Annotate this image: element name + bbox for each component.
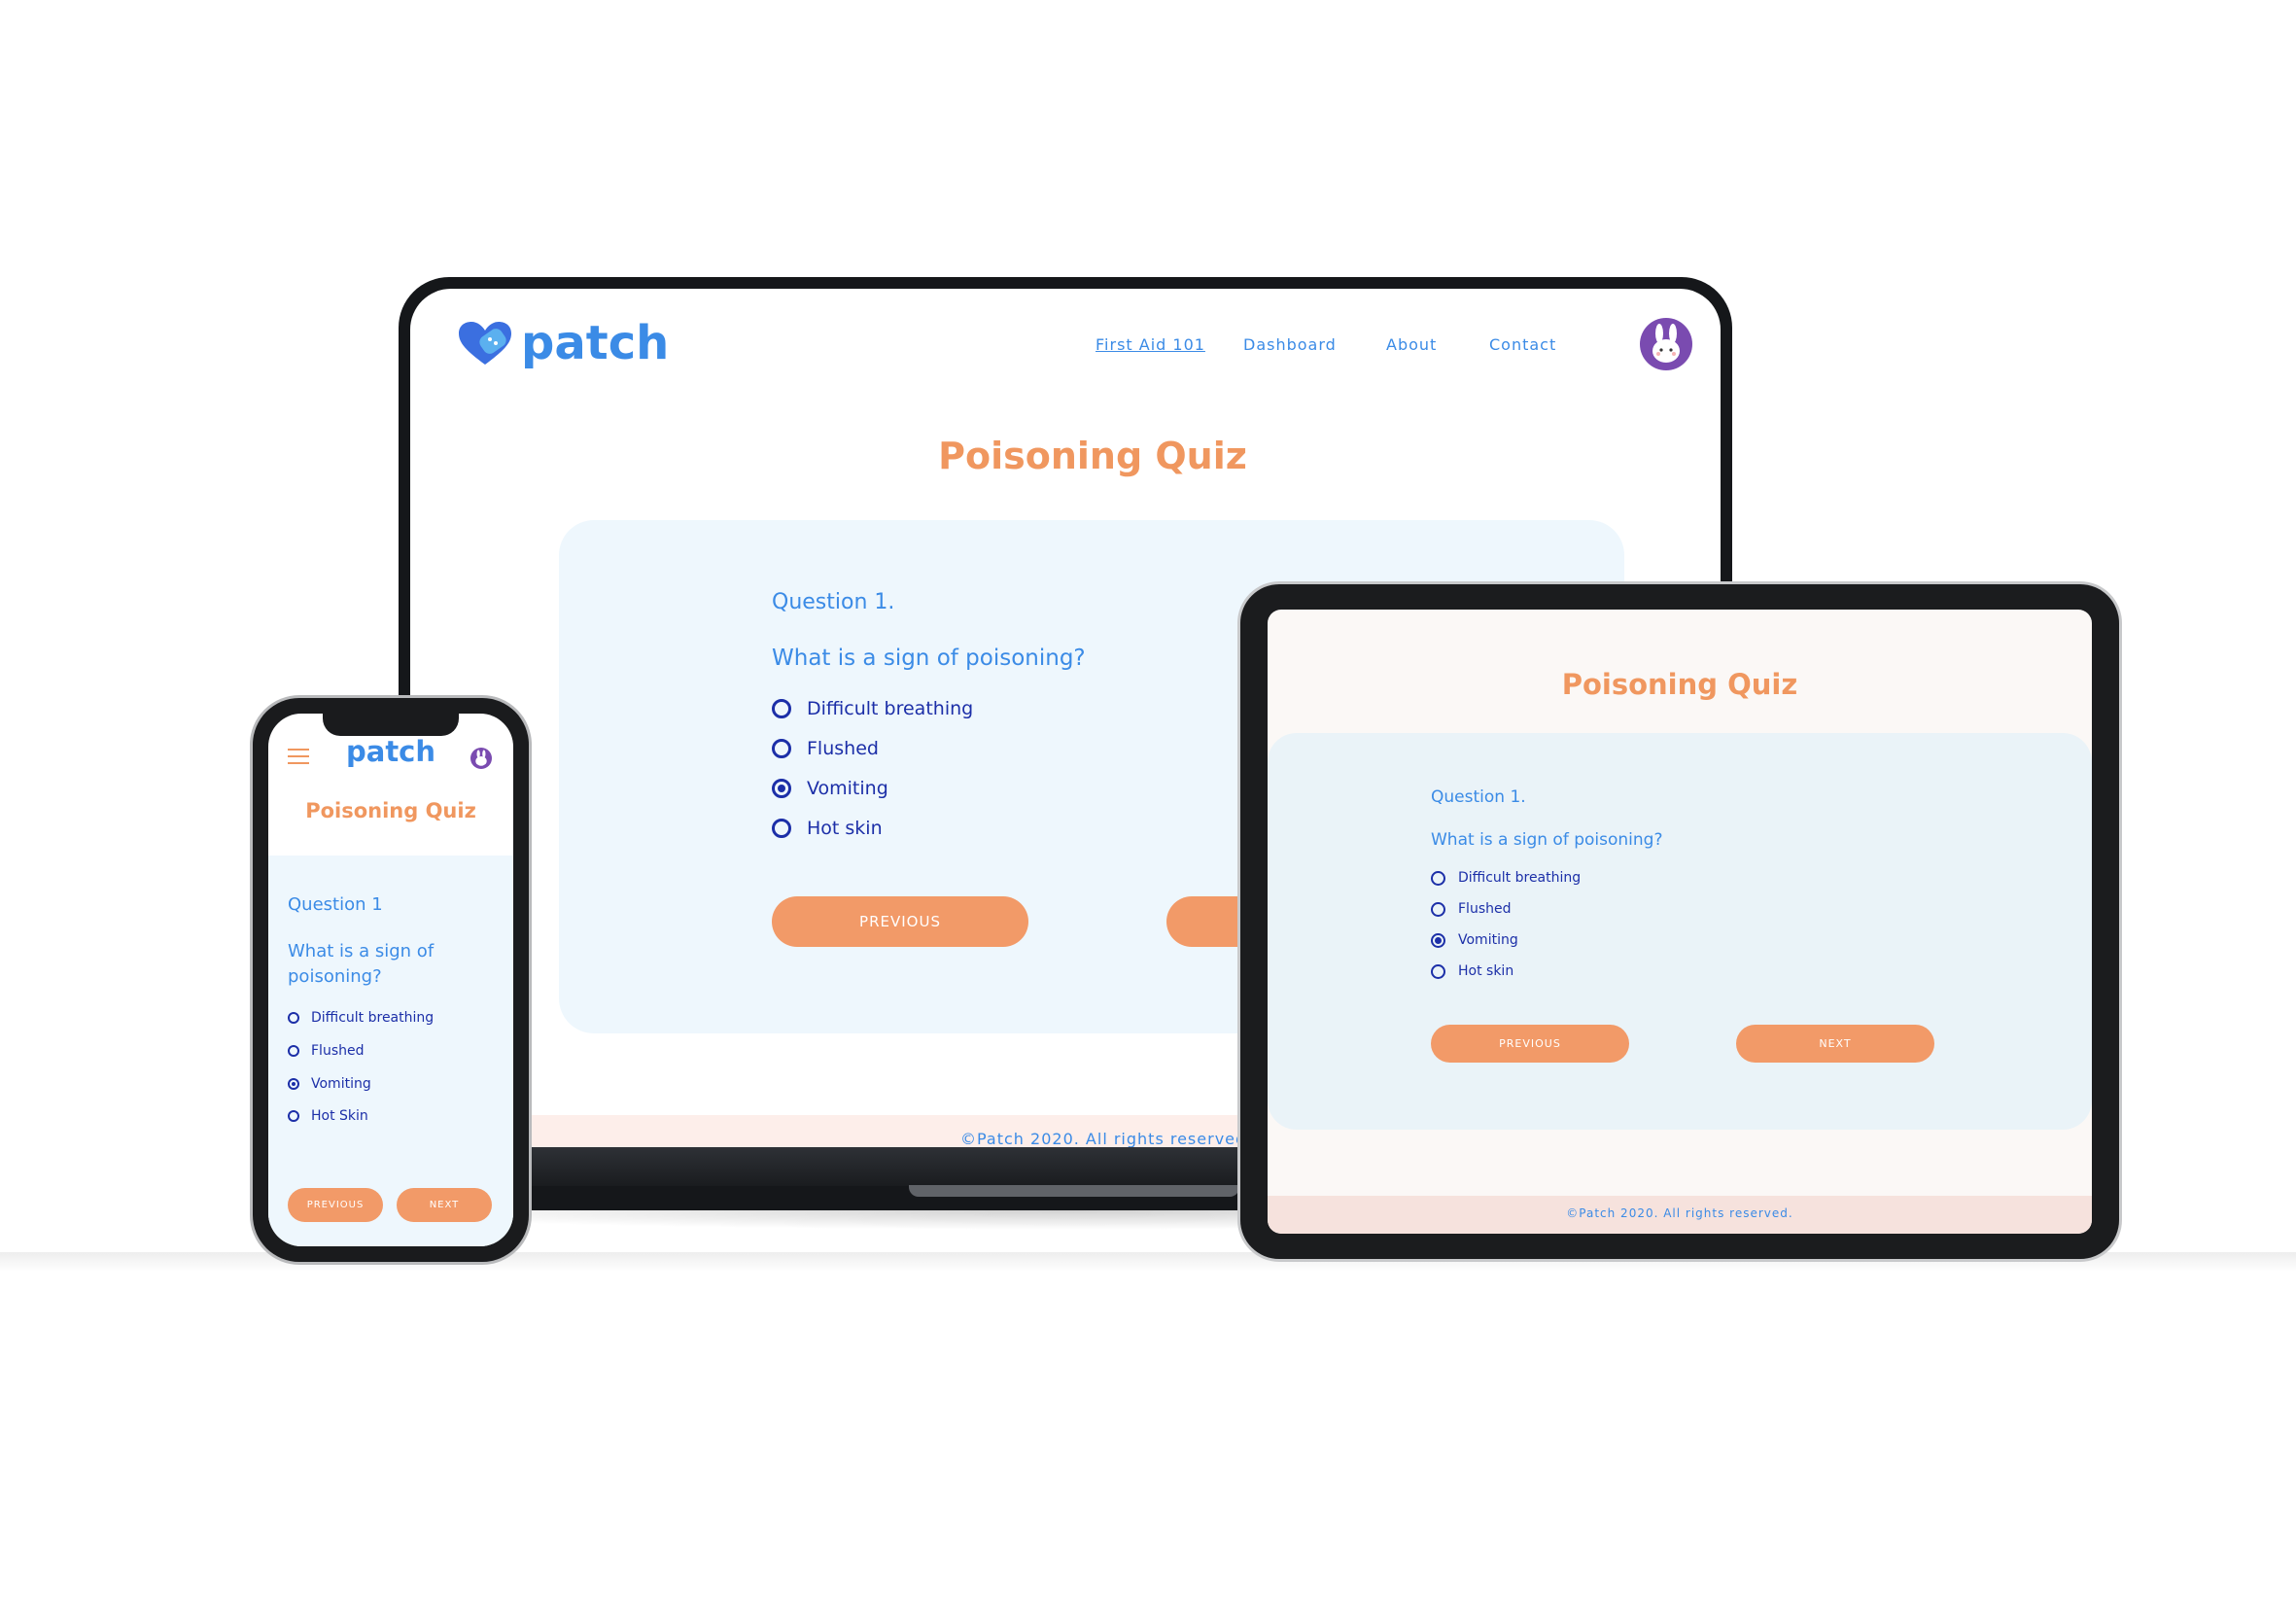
tablet-option-flushed[interactable]: Flushed	[1431, 901, 1511, 917]
phone-page-title: Poisoning Quiz	[305, 799, 476, 822]
tablet-option-vomiting[interactable]: Vomiting	[1431, 932, 1518, 948]
brand-name: patch	[521, 316, 670, 370]
phone-question-number: Question 1	[288, 894, 383, 915]
radio-button[interactable]	[288, 1012, 299, 1024]
phone-previous-button[interactable]: PREVIOUS	[288, 1188, 383, 1222]
tablet-previous-button[interactable]: PREVIOUS	[1431, 1025, 1629, 1063]
radio-button[interactable]	[1431, 963, 1445, 979]
phone-option-flushed[interactable]: Flushed	[288, 1043, 364, 1059]
radio-button-selected[interactable]	[288, 1078, 299, 1090]
radio-button[interactable]	[288, 1110, 299, 1122]
option-flushed[interactable]: Flushed	[772, 738, 879, 759]
question-text: What is a sign of poisoning?	[772, 646, 1086, 671]
laptop-hinge	[909, 1185, 1239, 1197]
radio-button[interactable]	[1431, 901, 1445, 917]
tablet-footer-text: ©Patch 2020. All rights reserved.	[1566, 1206, 1793, 1220]
phone-option-hot-skin[interactable]: Hot Skin	[288, 1108, 368, 1124]
bunny-avatar-icon[interactable]	[1640, 318, 1692, 370]
phone-option-vomiting[interactable]: Vomiting	[288, 1076, 371, 1092]
nav-first-aid[interactable]: First Aid 101	[1096, 335, 1205, 354]
footer-text: ©Patch 2020. All rights reserved.	[960, 1130, 1253, 1147]
tablet-option-difficult-breathing[interactable]: Difficult breathing	[1431, 870, 1581, 886]
phone-next-button[interactable]: NEXT	[397, 1188, 492, 1222]
phone-screen: patch Poisoning Quiz Question 1 What is …	[268, 714, 513, 1246]
question-number: Question 1.	[772, 590, 895, 614]
tablet-question-text: What is a sign of poisoning?	[1431, 830, 1663, 850]
logo[interactable]: patch	[457, 316, 671, 374]
nav-about[interactable]: About	[1386, 335, 1437, 354]
heart-bandage-icon	[459, 322, 511, 365]
option-vomiting[interactable]: Vomiting	[772, 778, 888, 799]
phone-option-difficult-breathing[interactable]: Difficult breathing	[288, 1010, 434, 1026]
page-title: Poisoning Quiz	[938, 435, 1247, 477]
option-difficult-breathing[interactable]: Difficult breathing	[772, 698, 973, 719]
radio-button[interactable]	[1431, 870, 1445, 886]
tablet-screen: Poisoning Quiz Question 1. What is a sig…	[1268, 610, 2092, 1234]
tablet-quiz-panel	[1268, 733, 2092, 1130]
phone-question-text: What is a sign of poisoning?	[288, 941, 435, 987]
nav-dashboard[interactable]: Dashboard	[1243, 335, 1337, 354]
radio-button-selected[interactable]	[772, 779, 791, 798]
phone-notch	[323, 711, 459, 736]
previous-button[interactable]: PREVIOUS	[772, 896, 1028, 947]
bunny-avatar-icon[interactable]	[470, 748, 492, 769]
tablet-next-button[interactable]: NEXT	[1736, 1025, 1934, 1063]
option-hot-skin[interactable]: Hot skin	[772, 818, 883, 839]
radio-button[interactable]	[288, 1045, 299, 1057]
radio-button[interactable]	[772, 699, 791, 718]
tablet-page-title: Poisoning Quiz	[1561, 668, 1798, 701]
radio-button[interactable]	[772, 739, 791, 758]
tablet-option-hot-skin[interactable]: Hot skin	[1431, 963, 1513, 979]
radio-button[interactable]	[772, 819, 791, 838]
tablet-side-button	[1245, 870, 1255, 967]
radio-button-selected[interactable]	[1431, 932, 1445, 948]
nav-contact[interactable]: Contact	[1489, 335, 1556, 354]
tablet-question-number: Question 1.	[1431, 787, 1526, 807]
